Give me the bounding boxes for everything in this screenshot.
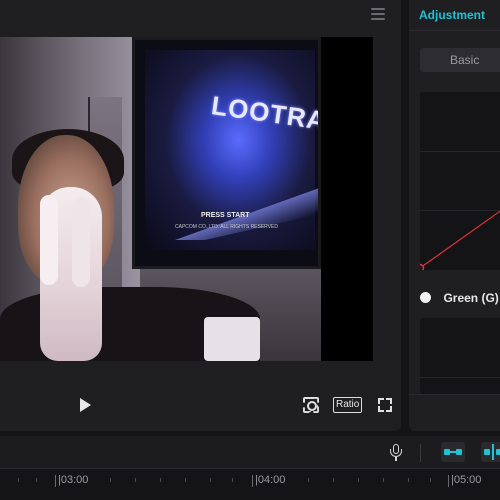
- ratio-button[interactable]: Ratio: [333, 397, 363, 413]
- tv-press-start-text: PRESS START: [201, 212, 250, 219]
- timeline-toolbar: [0, 436, 500, 469]
- curve-point: [420, 263, 425, 270]
- link-clips-icon[interactable]: [441, 442, 465, 462]
- green-channel-row[interactable]: Green (G): [420, 289, 499, 307]
- ruler-label: |05:00: [451, 474, 482, 486]
- fullscreen-icon[interactable]: [378, 398, 392, 412]
- play-icon[interactable]: [80, 398, 91, 412]
- split-icon[interactable]: [481, 442, 500, 462]
- player-controls: Ratio: [0, 390, 401, 420]
- ruler-label: |03:00: [58, 474, 89, 486]
- channel-radio-icon[interactable]: [420, 292, 431, 304]
- tv-copyright-text: CAPCOM CO.,LTD. ALL RIGHTS RESERVED: [175, 224, 278, 230]
- curve-line: [420, 210, 500, 270]
- player-panel: LOOTRA PRESS START CAPCOM CO.,LTD. ALL R…: [0, 0, 401, 431]
- timeline-ruler[interactable]: |03:00 |04:00 |05:00: [0, 469, 500, 500]
- snapshot-focus-icon[interactable]: [303, 397, 319, 413]
- green-curve-editor[interactable]: [420, 318, 500, 394]
- rgb-curve-editor[interactable]: [420, 92, 500, 270]
- adjustment-panel: Adjustment Basic Green (G): [409, 0, 500, 431]
- ruler-label: |04:00: [255, 474, 286, 486]
- green-channel-label: Green (G): [443, 290, 499, 305]
- adjustment-title: Adjustment: [419, 8, 485, 22]
- tv-screen: LOOTRA PRESS START CAPCOM CO.,LTD. ALL R…: [132, 37, 321, 269]
- video-frame: LOOTRA PRESS START CAPCOM CO.,LTD. ALL R…: [0, 37, 321, 361]
- microphone-icon[interactable]: [390, 444, 402, 462]
- video-preview[interactable]: LOOTRA PRESS START CAPCOM CO.,LTD. ALL R…: [0, 37, 373, 361]
- tab-basic[interactable]: Basic: [420, 48, 500, 72]
- hamburger-menu-icon[interactable]: [371, 8, 385, 20]
